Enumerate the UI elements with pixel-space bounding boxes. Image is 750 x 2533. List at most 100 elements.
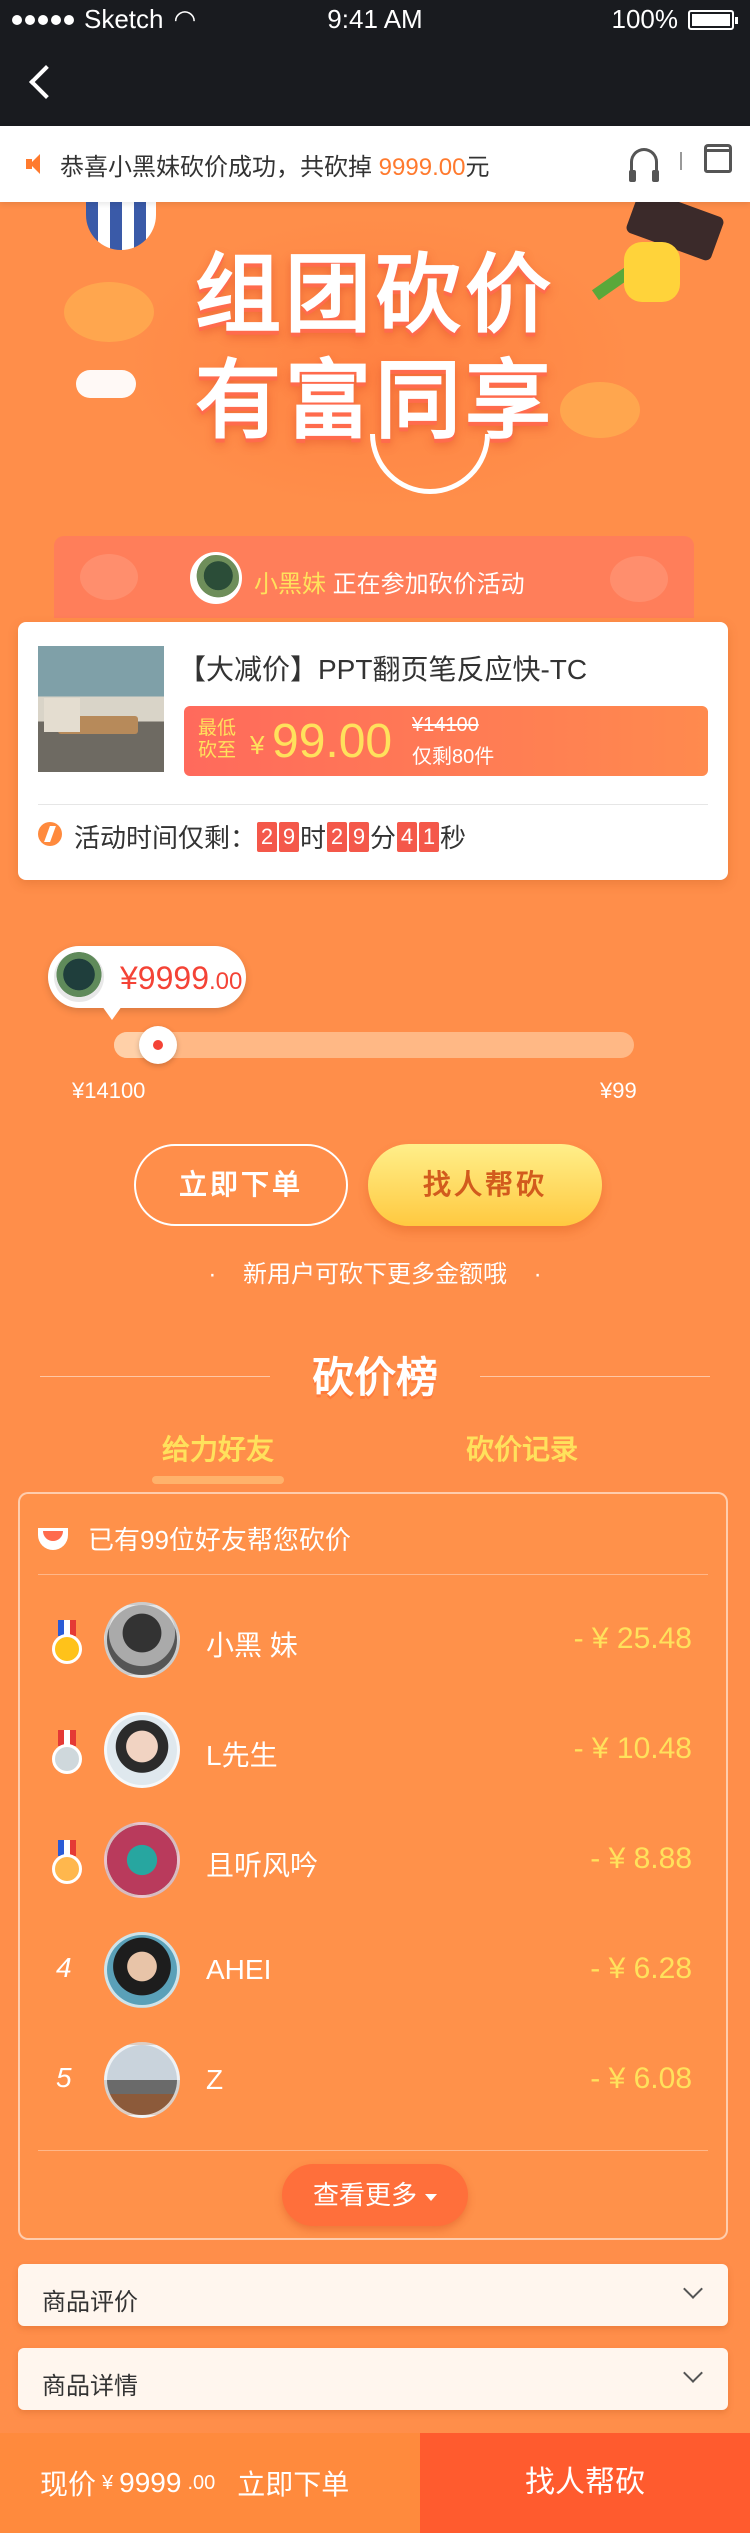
avatar <box>104 1932 180 2008</box>
view-more-button[interactable]: 查看更多 <box>282 2164 468 2226</box>
rank-number: 5 <box>56 2062 72 2093</box>
new-user-hint: · 新用户可砍下更多金额哦 · <box>208 1261 542 1288</box>
friends-list: 已有99位好友帮您砍价 小黑 妹 - ¥ 25.48 L先生 - ¥ 10.48… <box>18 1492 728 2240</box>
list-item[interactable]: 5 Z - ¥ 6.08 <box>20 2028 726 2138</box>
participant-bar: 小黑妹 正在参加砍价活动 <box>54 536 694 618</box>
rank-number: 4 <box>56 1952 72 1983</box>
avatar <box>104 1602 180 1678</box>
bottom-price: 9999 <box>119 2467 182 2498</box>
second-digit: 1 <box>419 821 440 852</box>
bronze-medal-icon <box>52 1840 82 1884</box>
current-amount-main: ¥9999 <box>120 960 209 996</box>
back-arrow-icon[interactable] <box>29 65 63 99</box>
notice-actions <box>629 144 732 182</box>
list-item[interactable]: 且听风吟 - ¥ 8.88 <box>20 1808 726 1918</box>
chevron-down-icon <box>683 2363 703 2383</box>
minute-unit: 分 <box>370 823 397 853</box>
ranking-title: 砍价榜 <box>311 1354 438 1401</box>
friend-amount: - ¥ 25.48 <box>573 1622 692 1655</box>
divider <box>38 2150 708 2151</box>
store-icon[interactable] <box>704 144 732 173</box>
bottom-help-button[interactable]: 找人帮砍 <box>420 2433 750 2533</box>
current-price-bubble: ¥9999.00 <box>48 946 246 1020</box>
friend-name: AHEI <box>206 1954 272 1985</box>
friend-amount: - ¥ 8.88 <box>590 1842 692 1875</box>
bottom-bar: 现价 ¥9999.00 立即下单 找人帮砍 <box>0 2433 750 2533</box>
tab-records[interactable]: 砍价记录 <box>466 1428 578 1468</box>
tab-friends[interactable]: 给力好友 <box>151 1428 285 1484</box>
current-amount: ¥9999.00 <box>120 960 242 997</box>
notice-bar: 恭喜小黑妹砍价成功，共砍掉 9999.00元 <box>0 126 750 202</box>
friends-summary: 已有99位好友帮您砍价 <box>38 1520 351 1557</box>
bottom-order-label: 立即下单 <box>237 2469 350 2500</box>
decor-bubble <box>610 556 668 602</box>
customer-service-icon[interactable] <box>629 148 659 182</box>
avatar <box>54 952 104 1002</box>
find-help-button[interactable]: 找人帮砍 <box>368 1144 602 1226</box>
product-card[interactable]: 【大减价】PPT翻页笔反应快-TC 最低砍至 ¥ 99.00 ¥14100 仅剩… <box>18 622 728 880</box>
notice-text: 恭喜小黑妹砍价成功，共砍掉 9999.00元 <box>60 147 489 182</box>
hour-digit: 9 <box>279 821 300 852</box>
details-section[interactable]: 商品详情 <box>18 2348 728 2410</box>
chevron-down-icon <box>683 2279 703 2299</box>
product-price: 99.00 <box>272 715 393 768</box>
current-amount-cents: .00 <box>208 968 243 995</box>
participant-text: 小黑妹 正在参加砍价活动 <box>254 564 525 599</box>
product-image[interactable] <box>38 646 164 772</box>
friend-name: 小黑 妹 <box>206 1630 298 1661</box>
countdown-timer: 活动时间仅剩： 29 时 29 分 41 秒 <box>74 818 466 855</box>
currency-symbol: ¥ <box>250 730 265 760</box>
buy-now-bar[interactable]: 现价 ¥9999.00 立即下单 <box>0 2433 420 2533</box>
list-item[interactable]: 小黑 妹 - ¥ 25.48 <box>20 1588 726 1698</box>
details-label: 商品详情 <box>42 2373 138 2400</box>
notice-amount: 9999.00 <box>378 153 466 181</box>
participant-name: 小黑妹 <box>254 571 326 598</box>
smile-icon <box>38 1527 68 1550</box>
friend-name: 且听风吟 <box>206 1850 319 1881</box>
avatar <box>104 2042 180 2118</box>
price-label: 现价 <box>40 2469 97 2500</box>
notice-prefix: 恭喜小黑妹砍价成功，共砍掉 <box>60 153 379 181</box>
participant-status: 正在参加砍价活动 <box>326 571 525 598</box>
original-price: ¥14100 <box>412 714 479 736</box>
gold-medal-icon <box>52 1620 82 1664</box>
lightning-icon <box>38 822 62 846</box>
friend-name: L先生 <box>206 1740 278 1771</box>
minute-digit: 9 <box>349 821 370 852</box>
hint-text: 新用户可砍下更多金额哦 <box>243 1261 507 1288</box>
start-price-label: ¥14100 <box>72 1078 146 1103</box>
timer-label: 活动时间仅剩： <box>74 823 257 853</box>
hour-unit: 时 <box>300 823 327 853</box>
view-more-label: 查看更多 <box>312 2180 417 2210</box>
summary-text: 已有99位好友帮您砍价 <box>88 1525 351 1555</box>
minute-digit: 2 <box>327 821 348 852</box>
hero-banner: 组团砍价 有富同享 <box>0 202 750 532</box>
friend-name: Z <box>206 2064 224 2095</box>
reviews-label: 商品评价 <box>42 2289 138 2316</box>
second-digit: 4 <box>397 821 418 852</box>
product-title[interactable]: 【大减价】PPT翻页笔反应快-TC <box>178 648 587 688</box>
reviews-section[interactable]: 商品评价 <box>18 2264 728 2326</box>
lowest-label: 最低砍至 <box>198 718 237 761</box>
friend-amount: - ¥ 6.28 <box>590 1952 692 1985</box>
bottom-cents: .00 <box>187 2471 216 2494</box>
bargain-progress-bar <box>114 1026 634 1064</box>
ranking-heading: 砍价榜 <box>0 1344 750 1404</box>
list-item[interactable]: L先生 - ¥ 10.48 <box>20 1698 726 1808</box>
battery-icon <box>688 9 738 30</box>
list-item[interactable]: 4 AHEI - ¥ 6.28 <box>20 1918 726 2028</box>
avatar <box>104 1822 180 1898</box>
currency-symbol: ¥ <box>102 2471 114 2494</box>
ranking-tabs: 给力好友 砍价记录 <box>0 1428 750 1488</box>
order-now-button[interactable]: 立即下单 <box>134 1144 348 1226</box>
battery-label: 100% <box>611 4 679 34</box>
divider <box>680 152 682 170</box>
divider <box>38 804 708 805</box>
navigation-bar <box>0 40 750 126</box>
avatar <box>104 1712 180 1788</box>
avatar <box>190 552 242 604</box>
battery-status: 100% <box>611 4 738 35</box>
progress-knob <box>139 1026 177 1064</box>
notice-suffix: 元 <box>465 153 490 181</box>
divider <box>38 1574 708 1575</box>
